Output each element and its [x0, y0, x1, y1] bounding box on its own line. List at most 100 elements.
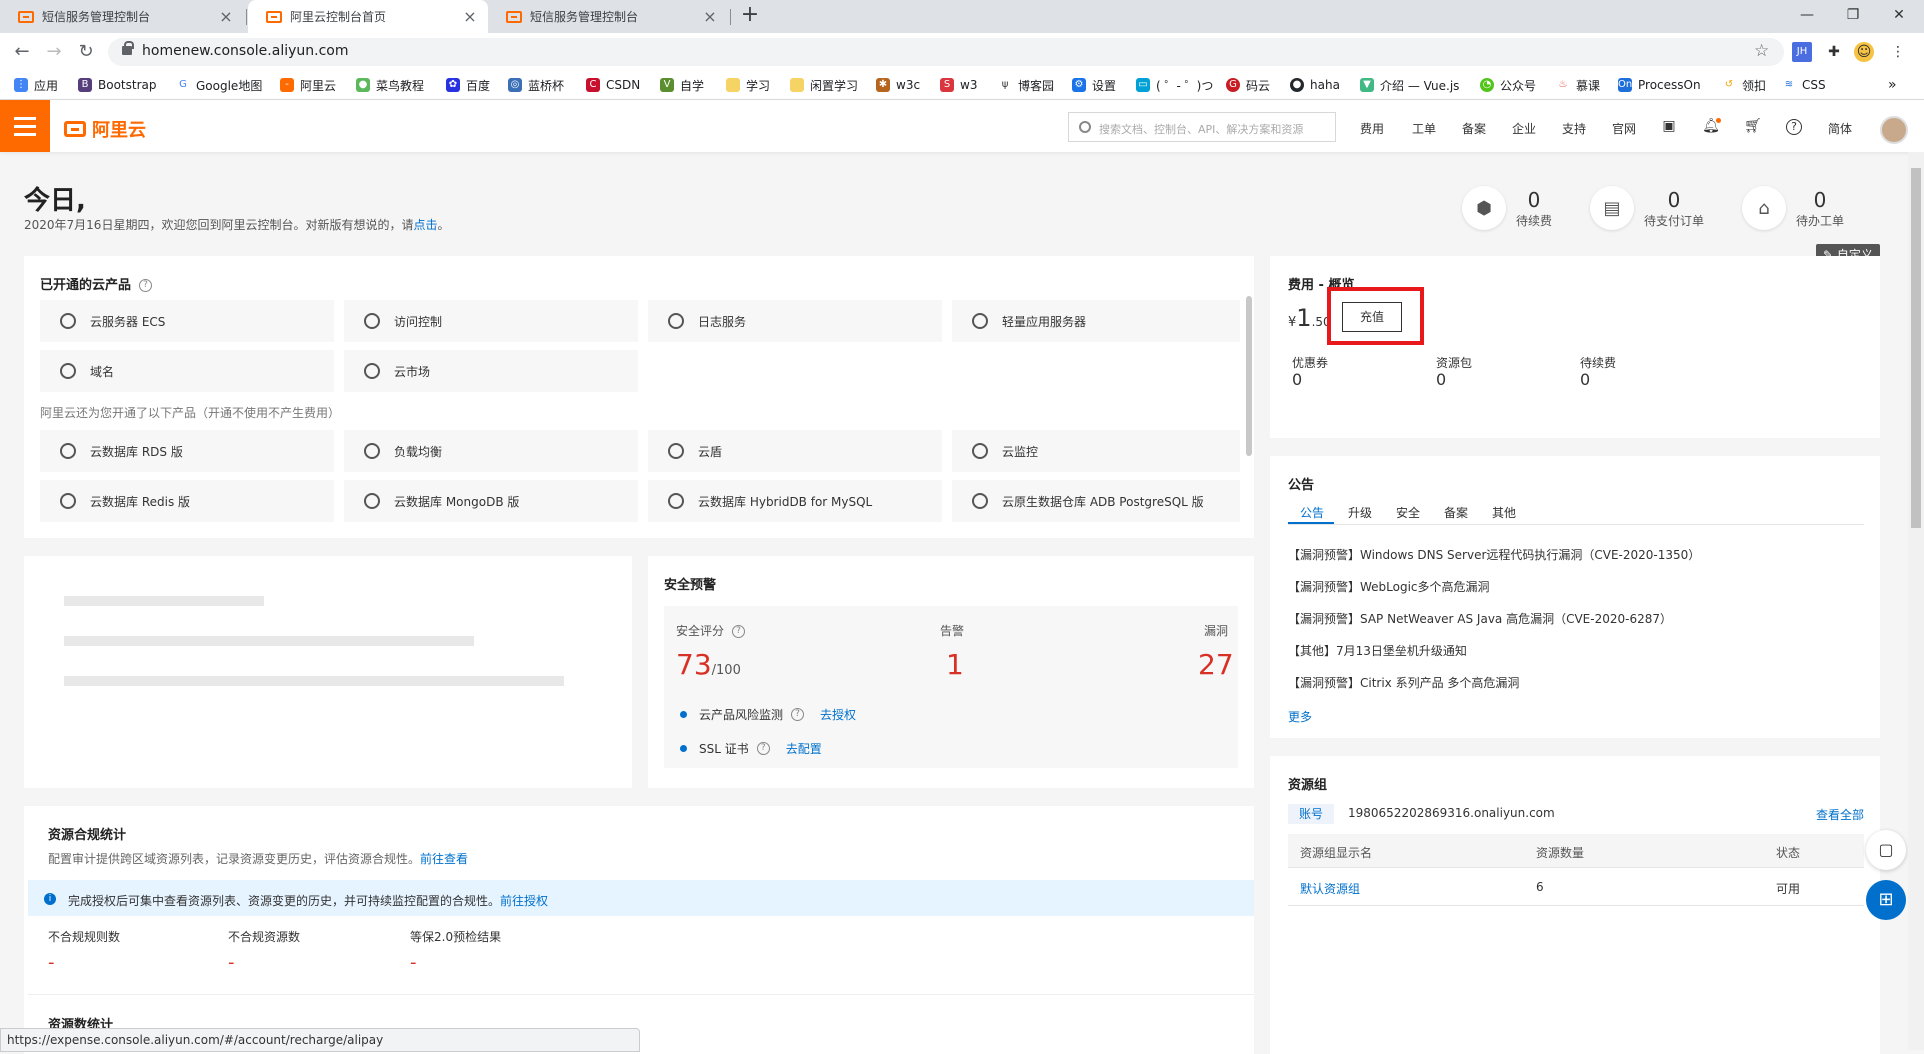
- bookmark-item[interactable]: ▭( ゜- ゜)つ: [1136, 76, 1213, 94]
- help-circle-icon[interactable]: ?: [791, 708, 805, 721]
- vuln-count[interactable]: 27: [1198, 648, 1234, 681]
- bookmark-item[interactable]: ● haha: [1290, 76, 1340, 94]
- notice-item[interactable]: 【其他】7月13日堡垒机升级通知: [1288, 642, 1467, 659]
- product-log[interactable]: 日志服务: [648, 300, 942, 342]
- bookmark-item[interactable]: ✱ w3c: [876, 76, 920, 94]
- nav-record[interactable]: 备案: [1462, 120, 1486, 137]
- cloud-shell-icon[interactable]: ▣: [1660, 118, 1678, 136]
- menu-hamburger-icon[interactable]: [0, 100, 50, 152]
- bookmark-item[interactable]: ▼ 介绍 — Vue.js: [1360, 76, 1459, 94]
- maximize-icon[interactable]: ❐: [1830, 0, 1876, 30]
- view-all-link[interactable]: 查看全部: [1816, 806, 1864, 823]
- bookmarks-overflow-icon[interactable]: »: [1888, 76, 1897, 94]
- bookmark-item[interactable]: ⋮ 应用: [14, 76, 58, 94]
- product-shield[interactable]: 云盾: [648, 430, 942, 472]
- tab-upgrade[interactable]: 升级: [1348, 504, 1372, 521]
- product-redis[interactable]: 云数据库 Redis 版: [40, 480, 334, 522]
- bookmark-item[interactable]: ⚙ 设置: [1072, 76, 1116, 94]
- products-scrollbar[interactable]: [1246, 296, 1252, 456]
- bookmark-item[interactable]: ♨ 慕课: [1556, 76, 1600, 94]
- bookmark-item[interactable]: Sw3: [940, 76, 977, 94]
- product-ecs[interactable]: 云服务器 ECS: [40, 300, 334, 342]
- tab-security[interactable]: 安全: [1396, 504, 1420, 521]
- bookmark-item[interactable]: B Bootstrap: [78, 76, 156, 94]
- bookmark-item[interactable]: ✿ 百度: [446, 76, 490, 94]
- more-link[interactable]: 更多: [1288, 708, 1312, 725]
- bookmark-item[interactable]: G 码云: [1226, 76, 1270, 94]
- product-hybriddb[interactable]: 云数据库 HybridDB for MySQL: [648, 480, 942, 522]
- notice-item[interactable]: 【漏洞预警】SAP NetWeaver AS Java 高危漏洞（CVE-202…: [1288, 610, 1672, 627]
- extension-jh-icon[interactable]: JH: [1792, 42, 1812, 62]
- reload-icon[interactable]: ↻: [72, 38, 100, 66]
- nav-ticket[interactable]: 工单: [1412, 120, 1436, 137]
- nav-official[interactable]: 官网: [1612, 120, 1636, 137]
- nav-fee[interactable]: 费用: [1360, 120, 1384, 137]
- bookmark-item[interactable]: ◎ 蓝桥杯: [508, 76, 564, 94]
- product-market[interactable]: 云市场: [344, 350, 638, 392]
- browser-tab[interactable]: 短信服务管理控制台 ×: [0, 0, 244, 33]
- product-slb[interactable]: 负载均衡: [344, 430, 638, 472]
- aliyun-logo[interactable]: 阿里云: [64, 116, 146, 142]
- scrollbar-thumb[interactable]: [1911, 168, 1921, 528]
- notice-item[interactable]: 【漏洞预警】Windows DNS Server远程代码执行漏洞（CVE-202…: [1288, 546, 1700, 563]
- close-icon[interactable]: ×: [702, 7, 718, 26]
- tab-other[interactable]: 其他: [1492, 504, 1516, 521]
- authorize-link[interactable]: 去授权: [820, 706, 856, 723]
- configure-link[interactable]: 去配置: [786, 740, 822, 757]
- browser-tab-active[interactable]: 阿里云控制台首页 ×: [248, 0, 488, 33]
- help-icon[interactable]: ?: [1786, 119, 1802, 135]
- address-bar[interactable]: [108, 38, 1784, 66]
- menu-dots-icon[interactable]: ⋮: [1888, 42, 1908, 62]
- chat-icon[interactable]: ▢: [1866, 830, 1906, 870]
- feedback-link[interactable]: 点击: [413, 218, 437, 232]
- help-circle-icon[interactable]: ?: [756, 742, 770, 755]
- url-text[interactable]: homenew.console.aliyun.com: [142, 43, 348, 59]
- bookmark-item[interactable]: ≋ CSS: [1782, 76, 1826, 94]
- browser-tab[interactable]: 短信服务管理控制台 ×: [488, 0, 728, 33]
- product-mongodb[interactable]: 云数据库 MongoDB 版: [344, 480, 638, 522]
- bookmark-item[interactable]: C CSDN: [586, 76, 640, 94]
- product-ram[interactable]: 访问控制: [344, 300, 638, 342]
- notice-item[interactable]: 【漏洞预警】WebLogic多个高危漏洞: [1288, 578, 1490, 595]
- tab-record[interactable]: 备案: [1444, 504, 1468, 521]
- language-switch[interactable]: 简体: [1828, 120, 1852, 137]
- stat-pending-tickets[interactable]: ⌂ 0 待办工单: [1742, 186, 1844, 230]
- go-authorize-link[interactable]: 前往授权: [500, 894, 548, 908]
- forward-icon[interactable]: →: [40, 38, 68, 66]
- back-icon[interactable]: ←: [8, 38, 36, 66]
- alarm-count[interactable]: 1: [946, 648, 964, 681]
- bookmark-item[interactable]: ◔ 公众号: [1480, 76, 1536, 94]
- bookmark-item[interactable]: V 自学: [660, 76, 704, 94]
- bookmark-item[interactable]: G Google地图: [176, 76, 262, 94]
- view-link[interactable]: 前往查看: [420, 852, 468, 866]
- avatar[interactable]: [1880, 116, 1908, 144]
- package-value[interactable]: 0: [1436, 370, 1446, 389]
- close-icon[interactable]: ×: [218, 7, 234, 26]
- extensions-puzzle-icon[interactable]: ✚: [1824, 42, 1844, 62]
- bookmark-item[interactable]: On ProcessOn: [1618, 76, 1701, 94]
- bookmark-item[interactable]: ↺ 领扣: [1722, 76, 1766, 94]
- apps-grid-icon[interactable]: ⊞: [1866, 880, 1906, 920]
- profile-icon[interactable]: ☺: [1854, 42, 1874, 62]
- search-input[interactable]: 搜索文档、控制台、API、解决方案和资源: [1068, 112, 1336, 142]
- new-tab-button[interactable]: +: [738, 4, 762, 28]
- stat-renew[interactable]: ⬢ 0 待续费: [1462, 186, 1552, 230]
- close-icon[interactable]: ×: [462, 7, 478, 26]
- product-adb[interactable]: 云原生数据仓库 ADB PostgreSQL 版: [952, 480, 1240, 522]
- security-score[interactable]: 73/100: [676, 648, 741, 681]
- product-domain[interactable]: 域名: [40, 350, 334, 392]
- bookmark-item[interactable]: ψ 博客园: [998, 76, 1054, 94]
- resource-group-link[interactable]: 默认资源组: [1300, 880, 1360, 897]
- tab-announcement[interactable]: 公告: [1300, 504, 1324, 521]
- help-circle-icon[interactable]: ?: [732, 625, 746, 638]
- minimize-icon[interactable]: —: [1784, 0, 1830, 30]
- nav-support[interactable]: 支持: [1562, 120, 1586, 137]
- bookmark-star-icon[interactable]: ☆: [1754, 41, 1769, 61]
- bookmark-item[interactable]: 闲置学习: [790, 76, 858, 94]
- renew-value[interactable]: 0: [1580, 370, 1590, 389]
- bookmark-item[interactable]: - 阿里云: [280, 76, 336, 94]
- bookmark-item[interactable]: 学习: [726, 76, 770, 94]
- product-monitor[interactable]: 云监控: [952, 430, 1240, 472]
- cart-icon[interactable]: 🛒︎: [1744, 118, 1762, 136]
- coupon-value[interactable]: 0: [1292, 370, 1302, 389]
